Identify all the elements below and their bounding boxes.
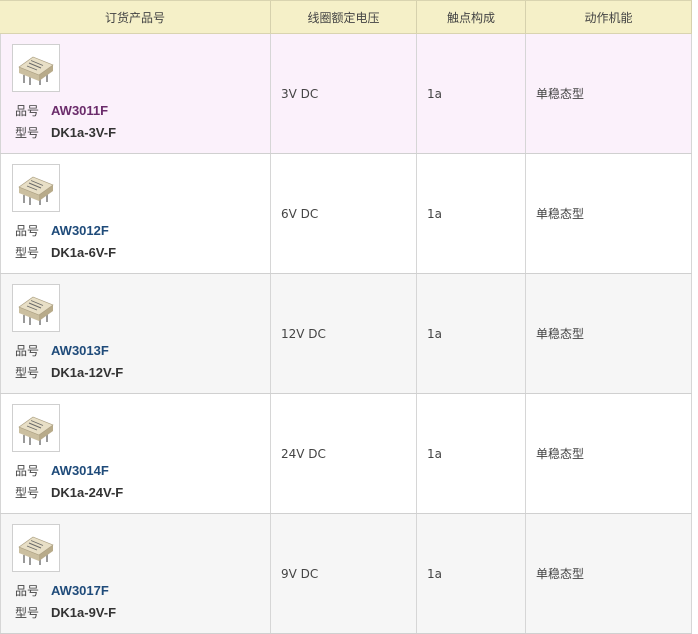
header-product-no[interactable]: 订货产品号 [0, 1, 271, 33]
model-value: DK1a-12V-F [51, 365, 124, 380]
table-header: 订货产品号 线圈额定电压 触点构成 动作机能 [0, 0, 692, 34]
table-row: 品号 AW3013F 型号 DK1a-12V-F 12V DC 1a 单稳态型 [0, 274, 692, 394]
model-label: 型号 [15, 606, 40, 620]
voltage-cell: 9V DC [271, 514, 417, 633]
part-no-link[interactable]: AW3014F [51, 463, 109, 478]
function-cell: 单稳态型 [526, 274, 692, 393]
relay-icon[interactable] [12, 284, 60, 332]
table-row: 品号 AW3011F 型号 DK1a-3V-F 3V DC 1a 单稳态型 [0, 34, 692, 154]
part-no-link[interactable]: AW3012F [51, 223, 109, 238]
table-row: 品号 AW3014F 型号 DK1a-24V-F 24V DC 1a 单稳态型 [0, 394, 692, 514]
relay-icon[interactable] [12, 44, 60, 92]
header-coil-voltage[interactable]: 线圈额定电压 [271, 1, 417, 33]
voltage-cell: 12V DC [271, 274, 417, 393]
model-value: DK1a-3V-F [51, 125, 117, 140]
contact-cell: 1a [417, 394, 526, 513]
voltage-cell: 3V DC [271, 34, 417, 153]
model-label: 型号 [15, 486, 40, 500]
model-value: DK1a-24V-F [51, 485, 124, 500]
table-row: 品号 AW3012F 型号 DK1a-6V-F 6V DC 1a 单稳态型 [0, 154, 692, 274]
part-no-label: 品号 [15, 104, 40, 118]
part-no-link[interactable]: AW3013F [51, 343, 109, 358]
model-label: 型号 [15, 126, 40, 140]
contact-cell: 1a [417, 274, 526, 393]
part-no-label: 品号 [15, 224, 40, 238]
contact-cell: 1a [417, 34, 526, 153]
product-cell: 品号 AW3017F 型号 DK1a-9V-F [0, 514, 271, 633]
model-label: 型号 [15, 366, 40, 380]
header-contact[interactable]: 触点构成 [417, 1, 526, 33]
part-no-link[interactable]: AW3011F [51, 103, 108, 118]
product-cell: 品号 AW3012F 型号 DK1a-6V-F [0, 154, 271, 273]
product-cell: 品号 AW3013F 型号 DK1a-12V-F [0, 274, 271, 393]
relay-icon[interactable] [12, 404, 60, 452]
contact-cell: 1a [417, 154, 526, 273]
table-row: 品号 AW3017F 型号 DK1a-9V-F 9V DC 1a 单稳态型 [0, 514, 692, 634]
model-value: DK1a-9V-F [51, 605, 117, 620]
voltage-cell: 24V DC [271, 394, 417, 513]
contact-cell: 1a [417, 514, 526, 633]
product-table: 订货产品号 线圈额定电压 触点构成 动作机能 品号 AW3011F 型号 DK1a-… [0, 0, 692, 634]
product-cell: 品号 AW3014F 型号 DK1a-24V-F [0, 394, 271, 513]
part-no-label: 品号 [15, 464, 40, 478]
part-no-label: 品号 [15, 584, 40, 598]
function-cell: 单稳态型 [526, 394, 692, 513]
header-function[interactable]: 动作机能 [526, 1, 692, 33]
model-value: DK1a-6V-F [51, 245, 117, 260]
voltage-cell: 6V DC [271, 154, 417, 273]
relay-icon[interactable] [12, 524, 60, 572]
relay-icon[interactable] [12, 164, 60, 212]
function-cell: 单稳态型 [526, 514, 692, 633]
part-no-label: 品号 [15, 344, 40, 358]
function-cell: 单稳态型 [526, 34, 692, 153]
part-no-link[interactable]: AW3017F [51, 583, 109, 598]
function-cell: 单稳态型 [526, 154, 692, 273]
model-label: 型号 [15, 246, 40, 260]
product-cell: 品号 AW3011F 型号 DK1a-3V-F [0, 34, 271, 153]
